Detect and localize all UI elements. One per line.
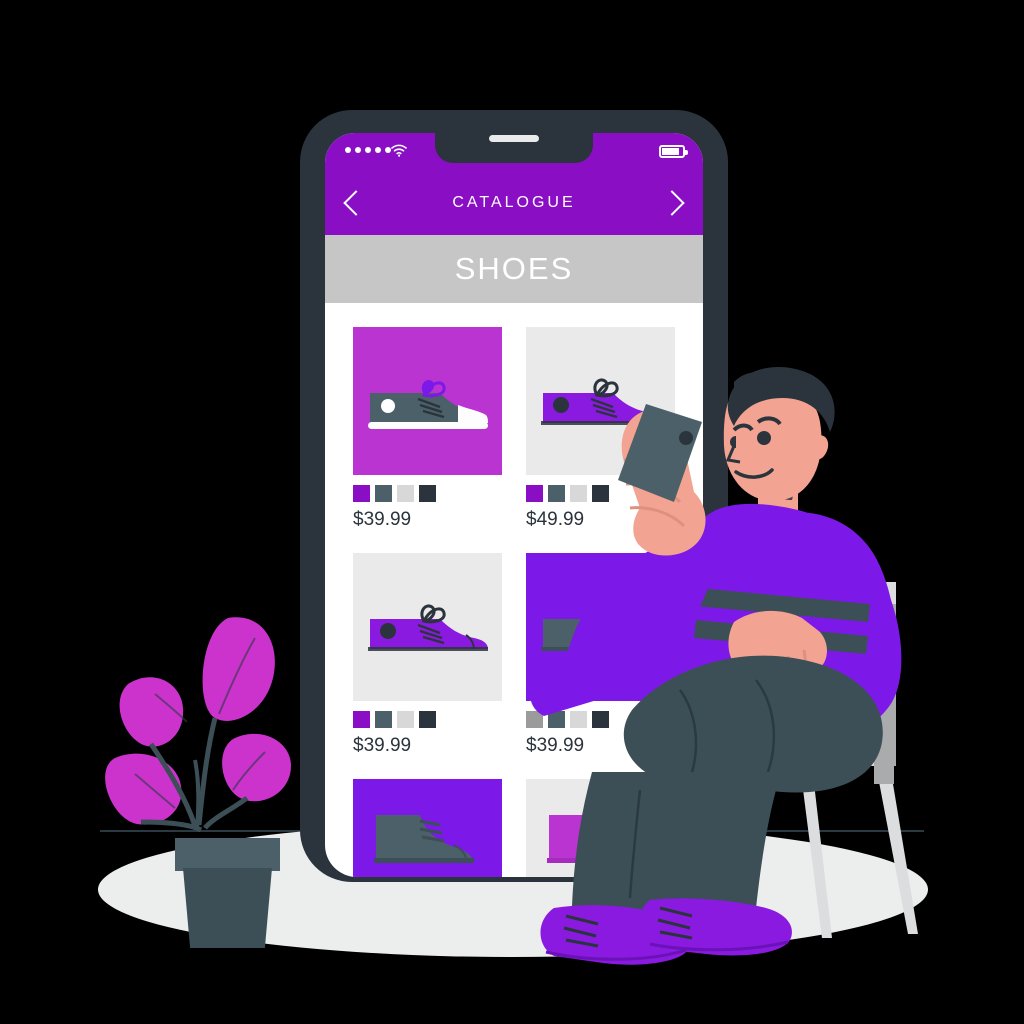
chevron-right-icon[interactable] (659, 190, 685, 216)
wifi-icon (391, 144, 407, 157)
plant-pot-rim (175, 838, 280, 871)
plant-pot-body (183, 868, 272, 948)
category-banner: SHOES (325, 235, 703, 303)
boot-icon (373, 815, 474, 864)
sneaker-icon (367, 604, 488, 651)
chevron-left-icon[interactable] (343, 190, 369, 216)
category-label: SHOES (454, 251, 574, 286)
product-thumbnail[interactable] (353, 779, 502, 877)
nav-title: CATALOGUE (452, 194, 576, 211)
potted-plant (95, 610, 320, 948)
product-card[interactable] (353, 779, 502, 877)
product-card[interactable]: $39.99 (353, 553, 502, 757)
seated-man-with-phone (530, 366, 902, 965)
nav-bar: CATALOGUE (325, 171, 703, 235)
eye-right (757, 431, 771, 445)
earpiece-speaker (489, 135, 539, 142)
held-phone-camera (679, 431, 693, 445)
color-swatches[interactable] (353, 711, 502, 728)
product-thumbnail[interactable] (353, 553, 502, 701)
plant-foliage (105, 617, 291, 833)
product-thumbnail[interactable] (353, 327, 502, 475)
battery-icon (659, 145, 688, 158)
product-card[interactable]: $39.99 (353, 327, 502, 531)
illustration-canvas: CATALOGUE SHOES $39.99 $49.99 $39.99 $39… (0, 0, 1024, 1024)
signal-strength-dots (345, 147, 391, 153)
sneaker-icon (367, 379, 488, 429)
product-price: $39.99 (353, 735, 412, 756)
color-swatches[interactable] (353, 485, 502, 502)
product-price: $39.99 (353, 509, 412, 530)
